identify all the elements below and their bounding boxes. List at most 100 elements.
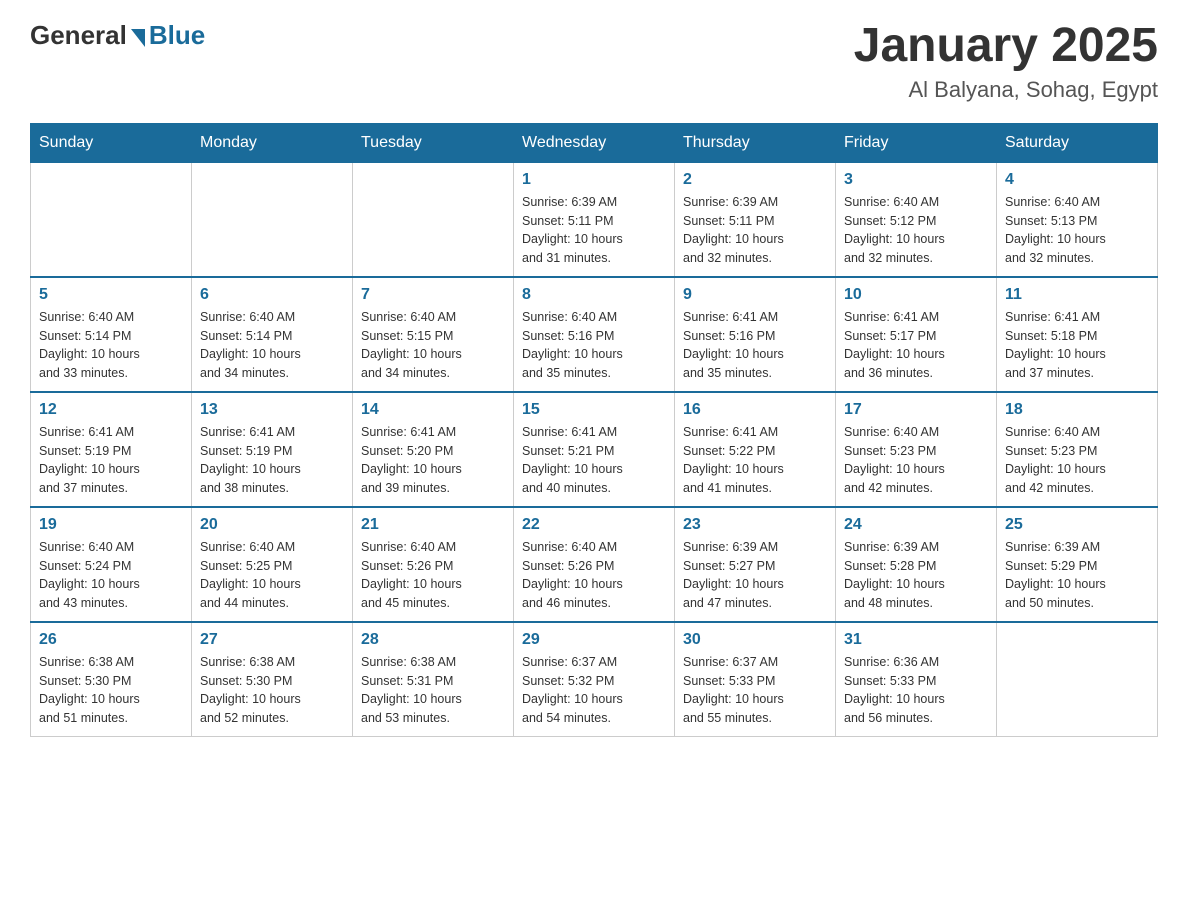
day-number: 8 — [522, 286, 666, 304]
calendar-cell: 10 Sunrise: 6:41 AM Sunset: 5:17 PM Dayli… — [836, 277, 997, 392]
day-number: 13 — [200, 401, 344, 419]
day-info: Sunrise: 6:41 AM Sunset: 5:19 PM Dayligh… — [39, 423, 183, 498]
calendar-cell: 30 Sunrise: 6:37 AM Sunset: 5:33 PM Dayli… — [675, 622, 836, 737]
day-info: Sunrise: 6:41 AM Sunset: 5:16 PM Dayligh… — [683, 308, 827, 383]
calendar-cell: 1Sunrise: 6:39 AM Sunset: 5:11 PM Daylig… — [514, 162, 675, 277]
day-info: Sunrise: 6:37 AM Sunset: 5:32 PM Dayligh… — [522, 653, 666, 728]
day-info: Sunrise: 6:38 AM Sunset: 5:30 PM Dayligh… — [200, 653, 344, 728]
day-number: 15 — [522, 401, 666, 419]
calendar-week-3: 12 Sunrise: 6:41 AM Sunset: 5:19 PM Dayli… — [31, 392, 1158, 507]
day-info: Sunrise: 6:39 AM Sunset: 5:29 PM Dayligh… — [1005, 538, 1149, 613]
day-number: 16 — [683, 401, 827, 419]
day-number: 30 — [683, 631, 827, 649]
calendar-cell: 8 Sunrise: 6:40 AM Sunset: 5:16 PM Daylig… — [514, 277, 675, 392]
day-number: 28 — [361, 631, 505, 649]
weekday-header-wednesday: Wednesday — [514, 123, 675, 162]
day-number: 7 — [361, 286, 505, 304]
day-info: Sunrise: 6:40 AM Sunset: 5:13 PM Dayligh… — [1005, 193, 1149, 268]
day-number: 19 — [39, 516, 183, 534]
calendar-table: SundayMondayTuesdayWednesdayThursdayFrid… — [30, 123, 1158, 737]
calendar-cell: 11 Sunrise: 6:41 AM Sunset: 5:18 PM Dayli… — [997, 277, 1158, 392]
day-number: 9 — [683, 286, 827, 304]
calendar-cell: 29 Sunrise: 6:37 AM Sunset: 5:32 PM Dayli… — [514, 622, 675, 737]
day-number: 21 — [361, 516, 505, 534]
day-number: 4 — [1005, 171, 1149, 189]
calendar-cell: 13 Sunrise: 6:41 AM Sunset: 5:19 PM Dayli… — [192, 392, 353, 507]
day-number: 17 — [844, 401, 988, 419]
day-info: Sunrise: 6:40 AM Sunset: 5:26 PM Dayligh… — [522, 538, 666, 613]
day-number: 3 — [844, 171, 988, 189]
day-number: 25 — [1005, 516, 1149, 534]
calendar-cell: 18 Sunrise: 6:40 AM Sunset: 5:23 PM Dayli… — [997, 392, 1158, 507]
day-info: Sunrise: 6:37 AM Sunset: 5:33 PM Dayligh… — [683, 653, 827, 728]
calendar-cell: 21 Sunrise: 6:40 AM Sunset: 5:26 PM Dayli… — [353, 507, 514, 622]
day-number: 24 — [844, 516, 988, 534]
calendar-cell: 3 Sunrise: 6:40 AM Sunset: 5:12 PM Daylig… — [836, 162, 997, 277]
day-info: Sunrise: 6:41 AM Sunset: 5:19 PM Dayligh… — [200, 423, 344, 498]
day-number: 26 — [39, 631, 183, 649]
weekday-header-tuesday: Tuesday — [353, 123, 514, 162]
logo: General Blue — [30, 20, 205, 51]
calendar-cell: 16 Sunrise: 6:41 AM Sunset: 5:22 PM Dayli… — [675, 392, 836, 507]
weekday-header-monday: Monday — [192, 123, 353, 162]
day-info: Sunrise: 6:40 AM Sunset: 5:14 PM Dayligh… — [39, 308, 183, 383]
weekday-header-friday: Friday — [836, 123, 997, 162]
calendar-cell: 7 Sunrise: 6:40 AM Sunset: 5:15 PM Daylig… — [353, 277, 514, 392]
day-info: Sunrise: 6:41 AM Sunset: 5:21 PM Dayligh… — [522, 423, 666, 498]
calendar-cell: 2 Sunrise: 6:39 AM Sunset: 5:11 PM Daylig… — [675, 162, 836, 277]
calendar-cell — [997, 622, 1158, 737]
calendar-cell: 27 Sunrise: 6:38 AM Sunset: 5:30 PM Dayli… — [192, 622, 353, 737]
page-header: General Blue January 2025 Al Balyana, So… — [30, 20, 1158, 103]
day-info: Sunrise: 6:40 AM Sunset: 5:14 PM Dayligh… — [200, 308, 344, 383]
calendar-cell: 14 Sunrise: 6:41 AM Sunset: 5:20 PM Dayli… — [353, 392, 514, 507]
weekday-header-thursday: Thursday — [675, 123, 836, 162]
day-info: Sunrise: 6:40 AM Sunset: 5:23 PM Dayligh… — [1005, 423, 1149, 498]
day-number: 22 — [522, 516, 666, 534]
calendar-cell: 24Sunrise: 6:39 AM Sunset: 5:28 PM Dayli… — [836, 507, 997, 622]
calendar-cell: 31Sunrise: 6:36 AM Sunset: 5:33 PM Dayli… — [836, 622, 997, 737]
location-text: Al Balyana, Sohag, Egypt — [854, 77, 1158, 103]
day-info: Sunrise: 6:40 AM Sunset: 5:26 PM Dayligh… — [361, 538, 505, 613]
calendar-cell: 22 Sunrise: 6:40 AM Sunset: 5:26 PM Dayli… — [514, 507, 675, 622]
day-number: 14 — [361, 401, 505, 419]
calendar-cell: 23Sunrise: 6:39 AM Sunset: 5:27 PM Dayli… — [675, 507, 836, 622]
calendar-cell: 20Sunrise: 6:40 AM Sunset: 5:25 PM Dayli… — [192, 507, 353, 622]
calendar-cell: 28 Sunrise: 6:38 AM Sunset: 5:31 PM Dayli… — [353, 622, 514, 737]
month-title: January 2025 — [854, 20, 1158, 73]
calendar-cell: 6 Sunrise: 6:40 AM Sunset: 5:14 PM Daylig… — [192, 277, 353, 392]
logo-arrow-icon — [131, 29, 145, 47]
calendar-cell: 15 Sunrise: 6:41 AM Sunset: 5:21 PM Dayli… — [514, 392, 675, 507]
day-info: Sunrise: 6:39 AM Sunset: 5:11 PM Dayligh… — [683, 193, 827, 268]
day-number: 23 — [683, 516, 827, 534]
day-info: Sunrise: 6:38 AM Sunset: 5:31 PM Dayligh… — [361, 653, 505, 728]
day-number: 27 — [200, 631, 344, 649]
day-info: Sunrise: 6:40 AM Sunset: 5:16 PM Dayligh… — [522, 308, 666, 383]
weekday-header-saturday: Saturday — [997, 123, 1158, 162]
calendar-cell: 12 Sunrise: 6:41 AM Sunset: 5:19 PM Dayli… — [31, 392, 192, 507]
day-number: 20 — [200, 516, 344, 534]
day-number: 29 — [522, 631, 666, 649]
calendar-cell: 9 Sunrise: 6:41 AM Sunset: 5:16 PM Daylig… — [675, 277, 836, 392]
calendar-cell: 5 Sunrise: 6:40 AM Sunset: 5:14 PM Daylig… — [31, 277, 192, 392]
day-info: Sunrise: 6:41 AM Sunset: 5:17 PM Dayligh… — [844, 308, 988, 383]
day-info: Sunrise: 6:40 AM Sunset: 5:12 PM Dayligh… — [844, 193, 988, 268]
day-info: Sunrise: 6:40 AM Sunset: 5:15 PM Dayligh… — [361, 308, 505, 383]
day-info: Sunrise: 6:41 AM Sunset: 5:18 PM Dayligh… — [1005, 308, 1149, 383]
day-number: 11 — [1005, 286, 1149, 304]
calendar-week-1: 1Sunrise: 6:39 AM Sunset: 5:11 PM Daylig… — [31, 162, 1158, 277]
day-number: 12 — [39, 401, 183, 419]
title-section: January 2025 Al Balyana, Sohag, Egypt — [854, 20, 1158, 103]
calendar-cell: 26Sunrise: 6:38 AM Sunset: 5:30 PM Dayli… — [31, 622, 192, 737]
day-number: 18 — [1005, 401, 1149, 419]
calendar-header-row: SundayMondayTuesdayWednesdayThursdayFrid… — [31, 123, 1158, 162]
calendar-cell — [192, 162, 353, 277]
calendar-week-2: 5 Sunrise: 6:40 AM Sunset: 5:14 PM Daylig… — [31, 277, 1158, 392]
calendar-week-4: 19Sunrise: 6:40 AM Sunset: 5:24 PM Dayli… — [31, 507, 1158, 622]
day-info: Sunrise: 6:41 AM Sunset: 5:20 PM Dayligh… — [361, 423, 505, 498]
day-number: 2 — [683, 171, 827, 189]
day-number: 10 — [844, 286, 988, 304]
day-info: Sunrise: 6:41 AM Sunset: 5:22 PM Dayligh… — [683, 423, 827, 498]
day-number: 5 — [39, 286, 183, 304]
day-number: 6 — [200, 286, 344, 304]
logo-blue-text: Blue — [149, 20, 205, 51]
